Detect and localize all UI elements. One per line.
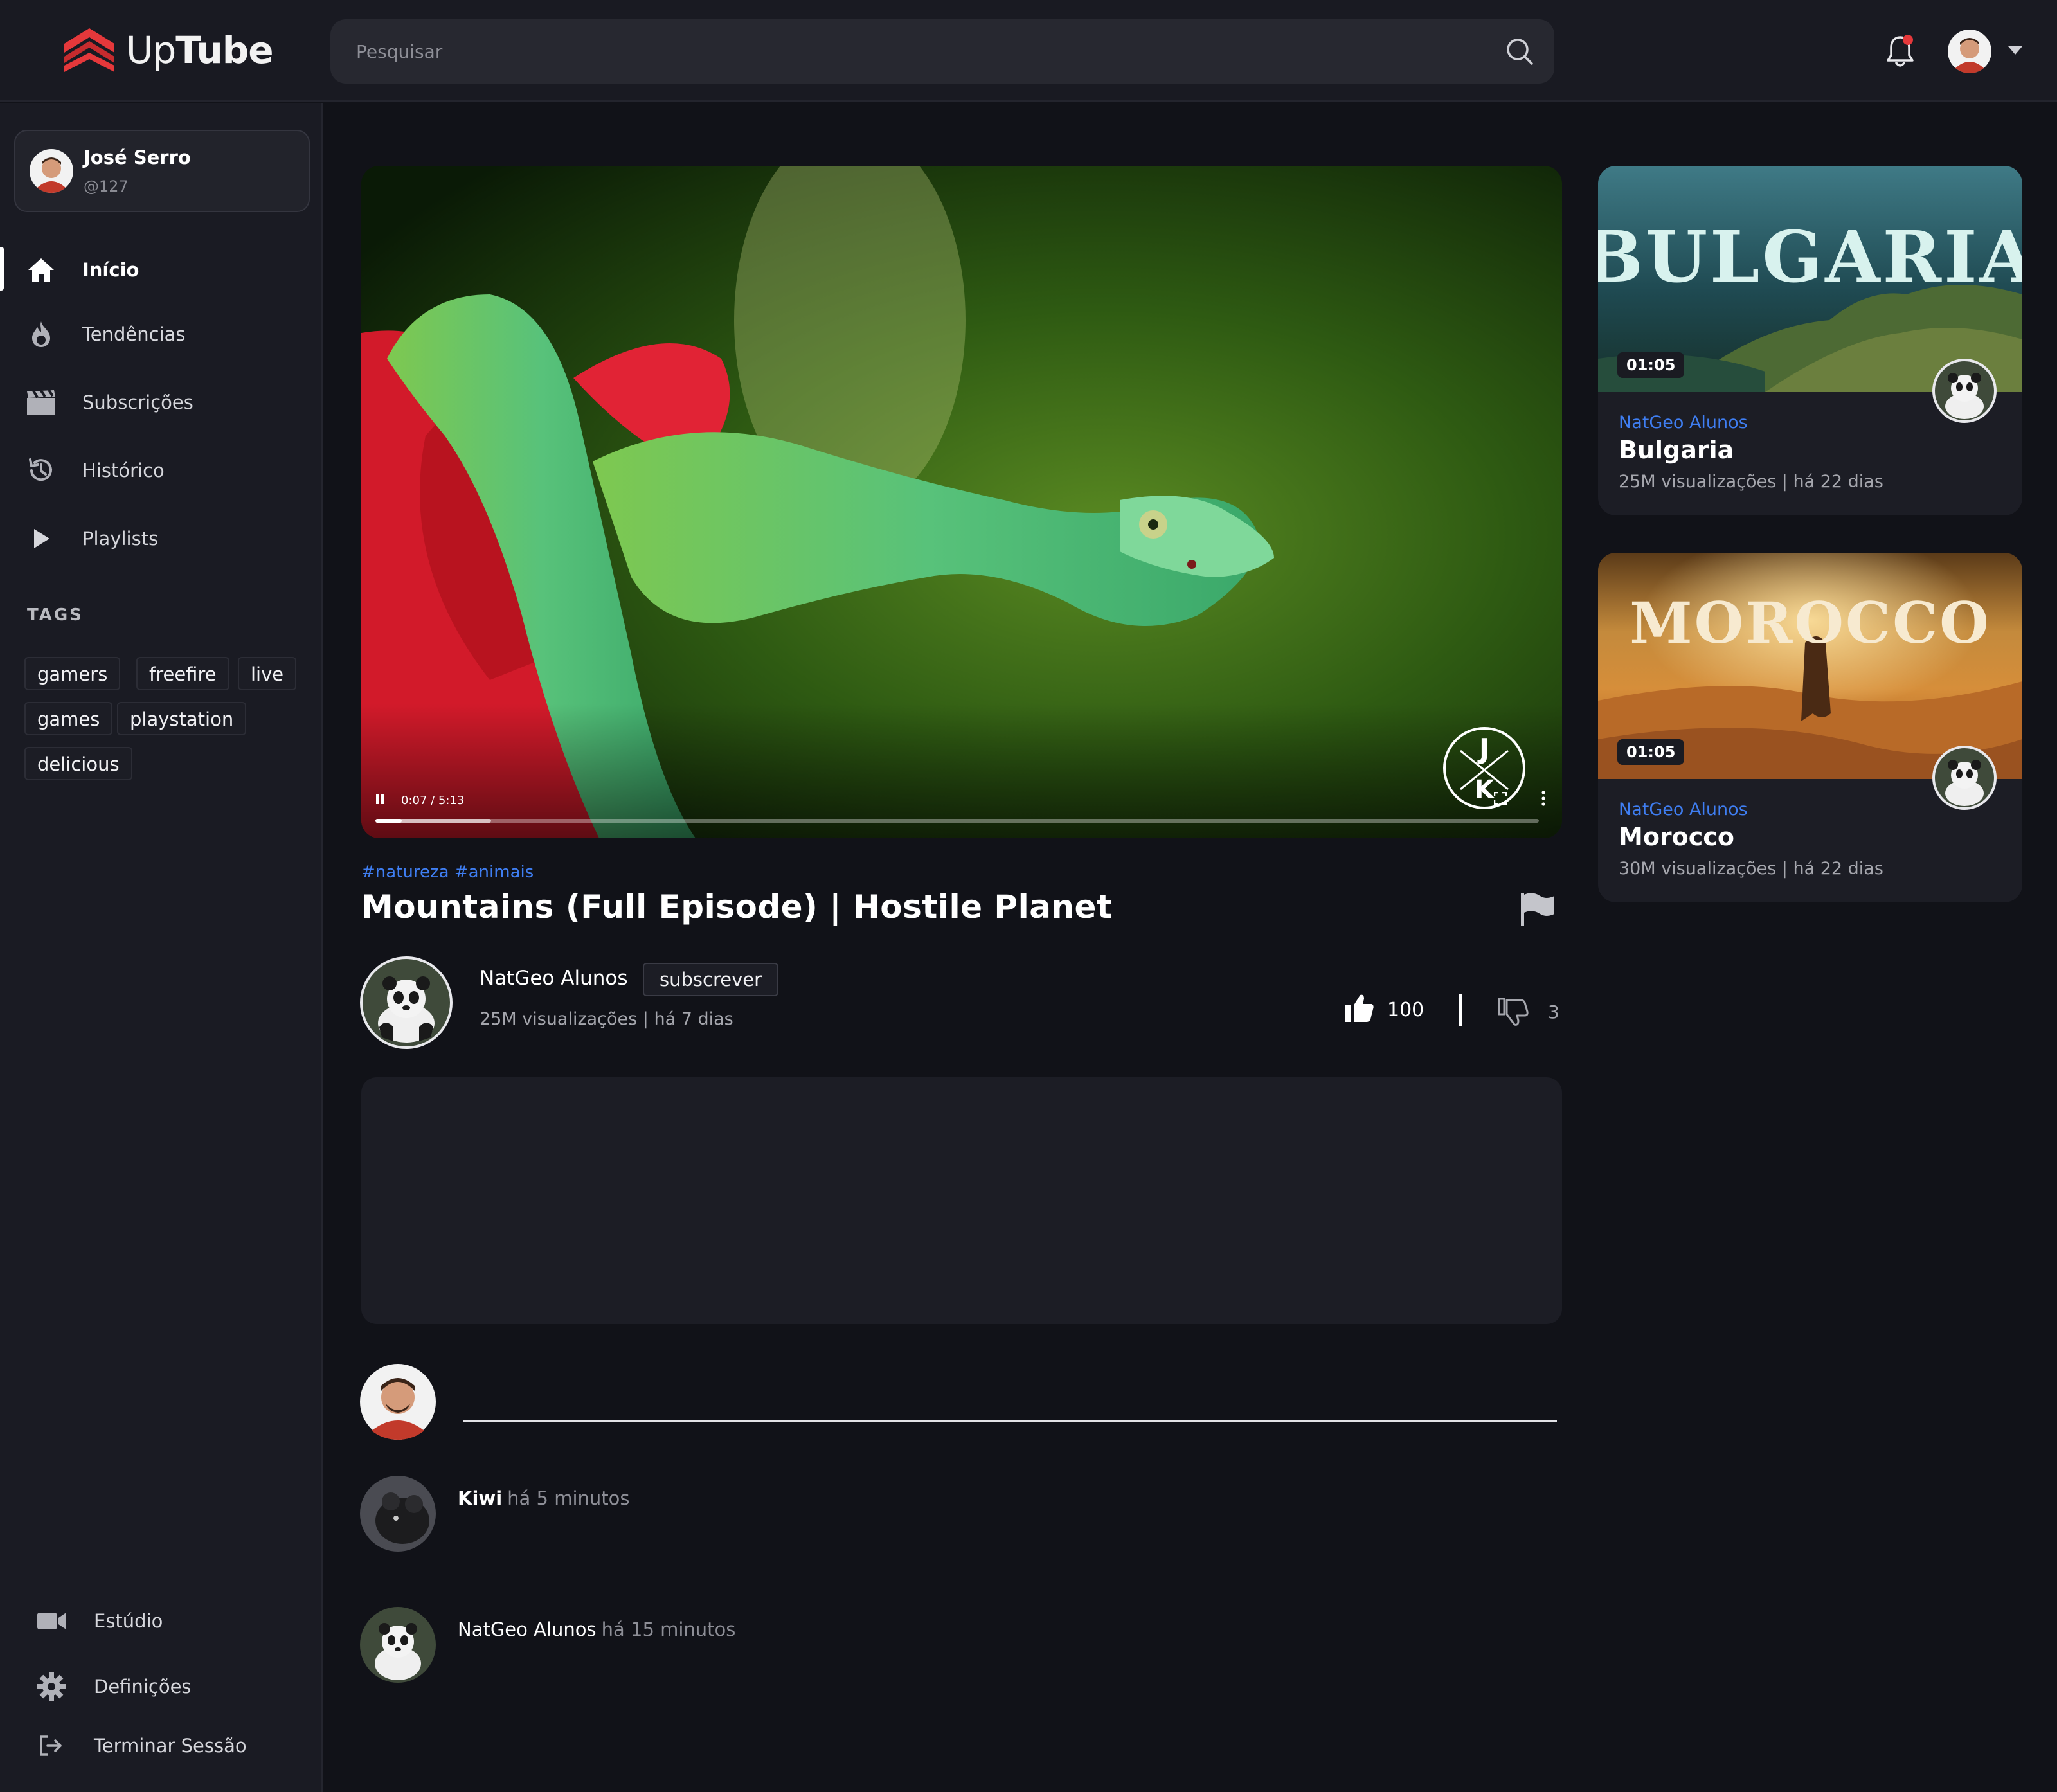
channel-name[interactable]: NatGeo Alunos (480, 967, 628, 990)
profile-handle: @127 (84, 177, 129, 195)
user-avatar[interactable] (1948, 30, 1991, 73)
more-options-icon[interactable] (1541, 791, 1545, 806)
video-player[interactable]: J K 0:07 / 5:13 (361, 166, 1562, 838)
recommended-video-card[interactable]: BULGARIA 01:05 NatGeo Alunos Bulgaria 25… (1598, 166, 2022, 515)
duration-badge: 01:05 (1617, 352, 1685, 378)
logout-icon (36, 1730, 67, 1761)
home-icon (26, 255, 57, 285)
comment-time: há 15 minutos (601, 1618, 736, 1640)
svg-text:K: K (1475, 775, 1496, 805)
thumbnail-title: BULGARIA (1598, 215, 2022, 298)
tag-chip[interactable]: gamers (24, 657, 121, 690)
channel-avatar[interactable] (1932, 746, 1997, 810)
channel-watermark-icon: J K (1443, 727, 1525, 809)
nav-label: Playlists (82, 528, 159, 550)
search-input[interactable] (355, 35, 1486, 68)
nav-label: Histórico (82, 460, 165, 481)
card-channel-name[interactable]: NatGeo Alunos (1619, 800, 1748, 820)
card-title[interactable]: Bulgaria (1619, 436, 1734, 464)
thumbs-up-icon[interactable] (1343, 992, 1376, 1025)
notification-dot (1903, 35, 1913, 45)
subscribe-button[interactable]: subscrever (643, 963, 779, 996)
comment-time: há 5 minutos (507, 1487, 630, 1509)
top-bar: UpTube (0, 0, 2057, 102)
gear-icon (36, 1671, 67, 1702)
video-frame (361, 166, 1562, 838)
nav-label: Definições (94, 1676, 192, 1698)
channel-avatar[interactable] (1932, 359, 1997, 423)
history-icon (26, 455, 57, 486)
video-camera-icon (36, 1606, 67, 1636)
current-user-avatar (360, 1364, 436, 1440)
comment-item: NatGeo Alunos há 15 minutos (458, 1618, 735, 1640)
profile-name: José Serro (84, 147, 191, 168)
nav-label: Tendências (82, 323, 186, 345)
flag-icon[interactable] (1518, 892, 1556, 927)
logo-text: UpTube (126, 28, 274, 72)
video-meta: 25M visualizações | há 7 dias (480, 1009, 733, 1029)
card-meta: 30M visualizações | há 22 dias (1619, 859, 1883, 879)
profile-card[interactable]: José Serro @127 (14, 130, 310, 212)
commenter-avatar (360, 1607, 436, 1683)
fullscreen-icon[interactable] (1494, 792, 1507, 805)
svg-text:J: J (1477, 733, 1489, 766)
card-title[interactable]: Morocco (1619, 823, 1734, 851)
nav-label: Início (82, 259, 139, 281)
nav-item-definicoes[interactable]: Definições (0, 1661, 321, 1712)
active-indicator (0, 247, 4, 291)
search-bar (330, 19, 1554, 84)
video-title: Mountains (Full Episode) | Hostile Plane… (361, 888, 1113, 926)
commenter-avatar (360, 1476, 436, 1552)
nav-item-terminar-sessao[interactable]: Terminar Sessão (0, 1720, 321, 1771)
nav-item-playlists[interactable]: Playlists (0, 513, 321, 564)
tag-chip[interactable]: playstation (117, 702, 247, 735)
comment-author[interactable]: NatGeo Alunos (458, 1618, 597, 1640)
dislike-count: 3 (1548, 1001, 1559, 1023)
comment-input[interactable] (463, 1420, 1557, 1422)
play-icon (26, 523, 57, 554)
nav-label: Terminar Sessão (94, 1735, 247, 1757)
profile-avatar (30, 149, 73, 193)
chevron-down-icon[interactable] (2008, 46, 2022, 55)
time-display: 0:07 / 5:13 (401, 794, 465, 807)
duration-badge: 01:05 (1617, 739, 1685, 765)
pause-icon[interactable] (375, 793, 384, 805)
uptube-logo[interactable]: UpTube (62, 24, 274, 76)
recommended-video-card[interactable]: MOROCCO 01:05 NatGeo Alunos Morocco 30M … (1598, 553, 2022, 902)
logo-icon (64, 28, 114, 72)
card-meta: 25M visualizações | há 22 dias (1619, 472, 1883, 492)
progress-fill (375, 819, 402, 823)
like-count: 100 (1387, 999, 1424, 1021)
comment-item: Kiwi há 5 minutos (458, 1487, 629, 1509)
nav-item-estudio[interactable]: Estúdio (0, 1595, 321, 1647)
tags-title: TAGS (27, 605, 84, 625)
search-icon[interactable] (1504, 36, 1535, 67)
nav-item-inicio[interactable]: Início (0, 244, 321, 296)
nav-item-subscricoes[interactable]: Subscrições (0, 377, 321, 428)
nav-item-tendencias[interactable]: Tendências (0, 309, 321, 360)
tag-chip[interactable]: delicious (24, 747, 132, 780)
tag-chip[interactable]: live (238, 657, 297, 690)
nav-label: Subscrições (82, 391, 193, 413)
channel-avatar[interactable] (360, 956, 453, 1049)
tag-chip[interactable]: games (24, 702, 113, 735)
comment-author[interactable]: Kiwi (458, 1487, 502, 1509)
nav-label: Estúdio (94, 1610, 163, 1632)
progress-bar[interactable] (375, 819, 1539, 823)
sidebar: José Serro @127 Início Tendências Subscr… (0, 103, 323, 1792)
clapperboard-icon (26, 387, 57, 418)
thumbs-down-icon[interactable] (1498, 996, 1530, 1028)
video-hashtags[interactable]: #natureza #animais (361, 863, 534, 882)
card-channel-name[interactable]: NatGeo Alunos (1619, 413, 1748, 433)
thumbnail-title: MOROCCO (1630, 589, 1991, 656)
like-divider (1459, 994, 1462, 1026)
tag-chip[interactable]: freefire (136, 657, 229, 690)
nav-item-historico[interactable]: Histórico (0, 445, 321, 496)
fire-icon (26, 319, 57, 350)
video-description (361, 1077, 1562, 1324)
